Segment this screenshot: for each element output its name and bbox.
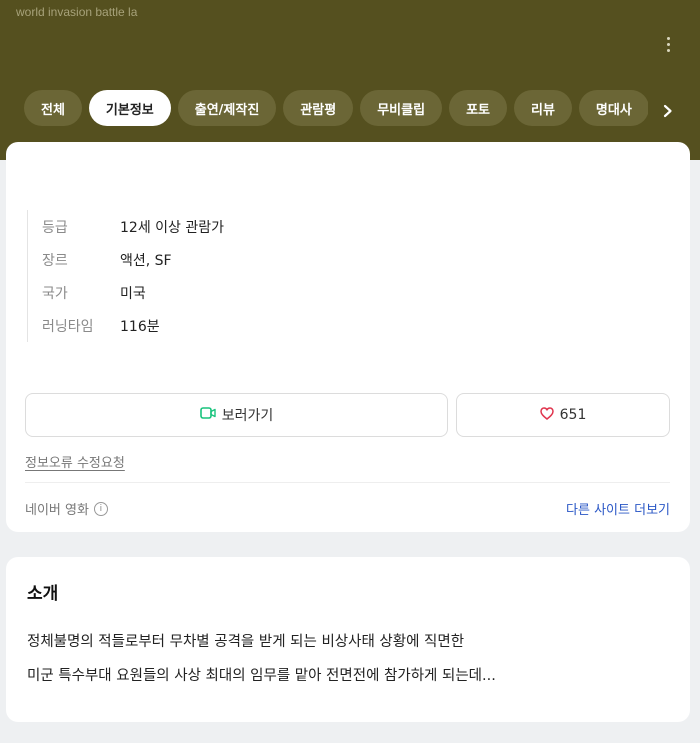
info-list: 등급 12세 이상 관람가 장르 액션, SF 국가 미국 러닝타임 116분 (27, 210, 327, 342)
info-value: 116분 (120, 318, 160, 335)
like-count: 651 (559, 407, 587, 423)
info-row-country: 국가 미국 (42, 276, 327, 309)
source-name: 네이버 영화 (25, 503, 89, 518)
intro-title: 소개 (27, 584, 59, 604)
basic-info-card: 등급 12세 이상 관람가 장르 액션, SF 국가 미국 러닝타임 116분 … (6, 142, 690, 532)
report-error-link[interactable]: 정보오류 수정요청 (25, 452, 125, 471)
tab-basic-info[interactable]: 기본정보 (88, 90, 171, 126)
header-title: world invasion battle la (16, 5, 138, 19)
more-sites-link[interactable]: 다른 사이트 더보기 (566, 499, 670, 518)
info-label: 국가 (42, 285, 68, 302)
tab-famous-lines[interactable]: 명대사 (578, 90, 648, 126)
play-video-icon (199, 407, 216, 423)
more-vertical-icon[interactable] (660, 34, 676, 54)
info-row-genre: 장르 액션, SF (42, 243, 327, 276)
info-label: 등급 (42, 219, 68, 236)
tab-photos[interactable]: 포토 (449, 90, 507, 126)
tab-all[interactable]: 전체 (24, 90, 82, 126)
tab-reviews[interactable]: 리뷰 (513, 90, 572, 126)
info-value: 12세 이상 관람가 (120, 219, 224, 236)
tab-movie-clips[interactable]: 무비클립 (360, 90, 443, 126)
info-circle-icon[interactable]: i (93, 501, 108, 516)
intro-card: 소개 정체불명의 적들로부터 무차별 공격을 받게 되는 비상사태 상황에 직면… (6, 557, 690, 722)
info-label: 러닝타임 (42, 318, 94, 335)
source-label: 네이버 영화 i (25, 499, 108, 518)
watch-button-label: 보러가기 (221, 408, 274, 424)
tab-bar: 전체 기본정보 출연/제작진 관람평 무비클립 포토 리뷰 명대사 (24, 90, 648, 126)
info-value: 미국 (120, 285, 146, 302)
movie-header: world invasion battle la (0, 0, 700, 160)
info-label: 장르 (42, 252, 68, 269)
intro-text: 정체불명의 적들로부터 무차별 공격을 받게 되는 비상사태 상황에 직면한 미… (27, 625, 667, 693)
intro-line: 정체불명의 적들로부터 무차별 공격을 받게 되는 비상사태 상황에 직면한 (27, 634, 465, 650)
intro-line: 미군 특수부대 요원들의 사상 최대의 임무를 맡아 전면전에 참가하게 되는데… (27, 668, 496, 684)
info-row-runtime: 러닝타임 116분 (42, 309, 327, 342)
info-value: 액션, SF (120, 252, 172, 269)
heart-icon (539, 406, 554, 424)
info-row-rating: 등급 12세 이상 관람가 (42, 210, 327, 243)
divider (25, 482, 670, 483)
tab-cast-crew[interactable]: 출연/제작진 (177, 90, 277, 126)
chevron-right-icon[interactable] (656, 99, 680, 123)
like-button[interactable]: 651 (456, 393, 670, 437)
tab-audience-reviews[interactable]: 관람평 (283, 90, 354, 126)
watch-button[interactable]: 보러가기 (25, 393, 448, 437)
